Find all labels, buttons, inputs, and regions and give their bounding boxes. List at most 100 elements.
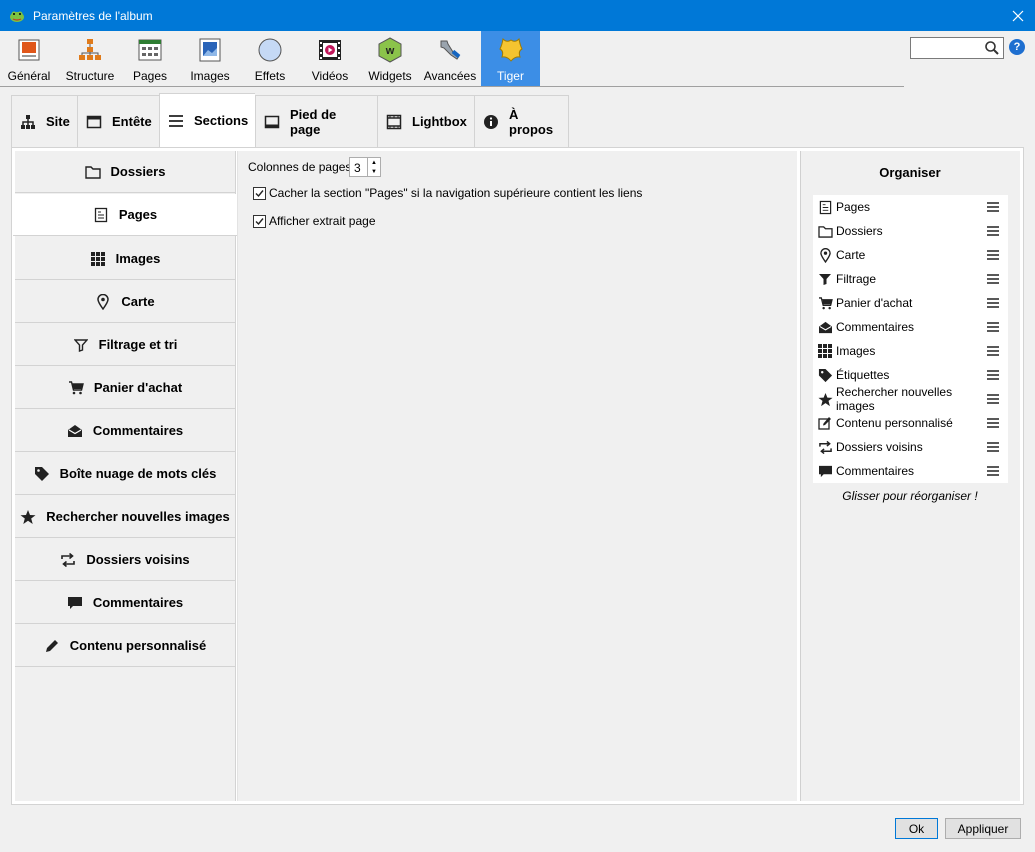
drag-handle-icon[interactable] xyxy=(986,298,1000,308)
help-button[interactable]: ? xyxy=(1009,39,1025,55)
section-item-label: Dossiers voisins xyxy=(86,552,190,567)
organize-item-label: Carte xyxy=(836,248,866,262)
organize-item-search-new[interactable]: Rechercher nouvelles images xyxy=(813,385,1008,413)
section-item-map[interactable]: Carte xyxy=(15,281,235,323)
organize-item-neighbors[interactable]: Dossiers voisins xyxy=(813,435,1008,459)
tag-icon xyxy=(34,466,50,482)
images-icon xyxy=(197,37,223,63)
organize-item-comments-2[interactable]: Commentaires xyxy=(813,459,1008,483)
toolbar-advanced[interactable]: Avancées xyxy=(423,31,477,86)
organize-item-label: Panier d'achat xyxy=(836,296,913,310)
apply-button[interactable]: Appliquer xyxy=(945,818,1021,839)
toolbar-effects[interactable]: Effets xyxy=(245,31,295,86)
spin-up-button[interactable]: ▲ xyxy=(368,158,380,167)
checkbox-checked-icon xyxy=(253,186,266,200)
section-tabs: Site Entête Sections Pied de page Lightb… xyxy=(11,93,569,147)
page-columns-value: 3 xyxy=(354,161,361,175)
section-item-label: Boîte nuage de mots clés xyxy=(59,466,217,481)
section-item-label: Panier d'achat xyxy=(93,380,183,395)
advanced-icon xyxy=(437,37,463,63)
show-page-excerpt-checkbox[interactable]: Afficher extrait page xyxy=(253,214,376,228)
tab-header[interactable]: Entête xyxy=(77,95,159,147)
toolbar-images[interactable]: Images xyxy=(184,31,236,86)
organize-item-filter[interactable]: Filtrage xyxy=(813,267,1008,291)
drag-handle-icon[interactable] xyxy=(986,346,1000,356)
effects-icon xyxy=(257,37,283,63)
section-item-label: Commentaires xyxy=(92,423,184,438)
toolbar-widgets[interactable]: w Widgets xyxy=(363,31,417,86)
tab-header-label: Entête xyxy=(112,114,152,129)
section-item-comments-2[interactable]: Commentaires xyxy=(15,582,235,624)
hide-pages-section-checkbox[interactable]: Cacher la section "Pages" si la navigati… xyxy=(253,186,642,200)
tiger-icon xyxy=(498,37,524,63)
toolbar-tiger-label: Tiger xyxy=(497,69,524,83)
organize-item-label: Contenu personnalisé xyxy=(836,416,953,430)
section-list: Dossiers Pages Images Carte Filtrage et … xyxy=(13,151,237,801)
drag-handle-icon[interactable] xyxy=(986,466,1000,476)
drag-handle-icon[interactable] xyxy=(986,322,1000,332)
section-item-cart[interactable]: Panier d'achat xyxy=(15,367,235,409)
section-item-images[interactable]: Images xyxy=(15,238,235,280)
page-icon xyxy=(817,199,833,215)
section-item-folders[interactable]: Dossiers xyxy=(15,151,235,193)
toolbar-general[interactable]: Général xyxy=(4,31,54,86)
star-icon xyxy=(817,391,833,407)
section-item-search-new[interactable]: Rechercher nouvelles images xyxy=(15,496,235,538)
section-item-tag-cloud[interactable]: Boîte nuage de mots clés xyxy=(15,453,235,495)
svg-text:w: w xyxy=(385,45,395,57)
drag-handle-icon[interactable] xyxy=(986,394,1000,404)
section-item-neighbors[interactable]: Dossiers voisins xyxy=(15,539,235,581)
section-item-label: Commentaires xyxy=(92,595,184,610)
organize-item-folders[interactable]: Dossiers xyxy=(813,219,1008,243)
organize-item-images[interactable]: Images xyxy=(813,339,1008,363)
organize-item-tags[interactable]: Étiquettes xyxy=(813,363,1008,387)
tab-site[interactable]: Site xyxy=(11,95,77,147)
organize-item-map[interactable]: Carte xyxy=(813,243,1008,267)
organize-item-label: Filtrage xyxy=(836,272,877,286)
close-button[interactable] xyxy=(1001,0,1035,31)
envelope-icon xyxy=(67,423,83,439)
organize-item-label: Étiquettes xyxy=(836,368,890,382)
drag-handle-icon[interactable] xyxy=(986,418,1000,428)
spin-down-button[interactable]: ▼ xyxy=(368,167,380,176)
spinner-buttons: ▲ ▼ xyxy=(367,158,380,176)
drag-handle-icon[interactable] xyxy=(986,250,1000,260)
header-icon xyxy=(86,114,102,130)
toolbar-videos[interactable]: Vidéos xyxy=(305,31,355,86)
search-input[interactable] xyxy=(910,37,1004,59)
drag-handle-icon[interactable] xyxy=(986,274,1000,284)
toolbar-widgets-label: Widgets xyxy=(368,69,412,83)
title-bar: Paramètres de l'album xyxy=(0,0,1035,31)
toolbar-pages[interactable]: Pages xyxy=(124,31,176,86)
organize-item-cart[interactable]: Panier d'achat xyxy=(813,291,1008,315)
main-toolbar: Général Structure Pages Images Effets Vi… xyxy=(0,31,1035,87)
toolbar-images-label: Images xyxy=(190,69,230,83)
toolbar-structure[interactable]: Structure xyxy=(62,31,118,86)
tab-sections[interactable]: Sections xyxy=(159,93,255,147)
drag-handle-icon[interactable] xyxy=(986,202,1000,212)
organize-item-pages[interactable]: Pages xyxy=(813,195,1008,219)
drag-handle-icon[interactable] xyxy=(986,226,1000,236)
section-item-label: Filtrage et tri xyxy=(98,337,178,352)
organize-item-comments[interactable]: Commentaires xyxy=(813,315,1008,339)
general-icon xyxy=(16,37,42,63)
organize-item-custom[interactable]: Contenu personnalisé xyxy=(813,411,1008,435)
toolbar-pages-label: Pages xyxy=(132,69,168,83)
page-columns-spinner[interactable]: 3 ▲ ▼ xyxy=(349,157,381,177)
grid-icon xyxy=(90,251,106,267)
tab-lightbox-label: Lightbox xyxy=(412,114,467,129)
drag-handle-icon[interactable] xyxy=(986,442,1000,452)
tab-about-label: À propos xyxy=(509,106,554,137)
ok-button[interactable]: Ok xyxy=(895,818,938,839)
toolbar-tiger[interactable]: Tiger xyxy=(481,31,540,86)
section-item-custom[interactable]: Contenu personnalisé xyxy=(15,625,235,667)
section-item-comments[interactable]: Commentaires xyxy=(15,410,235,452)
section-item-filter[interactable]: Filtrage et tri xyxy=(15,324,235,366)
checkbox-checked-icon xyxy=(253,214,266,228)
section-item-pages[interactable]: Pages xyxy=(13,194,237,236)
grid-icon xyxy=(817,343,833,359)
tab-about[interactable]: À propos xyxy=(474,95,569,147)
drag-handle-icon[interactable] xyxy=(986,370,1000,380)
tab-lightbox[interactable]: Lightbox xyxy=(377,95,474,147)
tab-footer[interactable]: Pied de page xyxy=(255,95,377,147)
